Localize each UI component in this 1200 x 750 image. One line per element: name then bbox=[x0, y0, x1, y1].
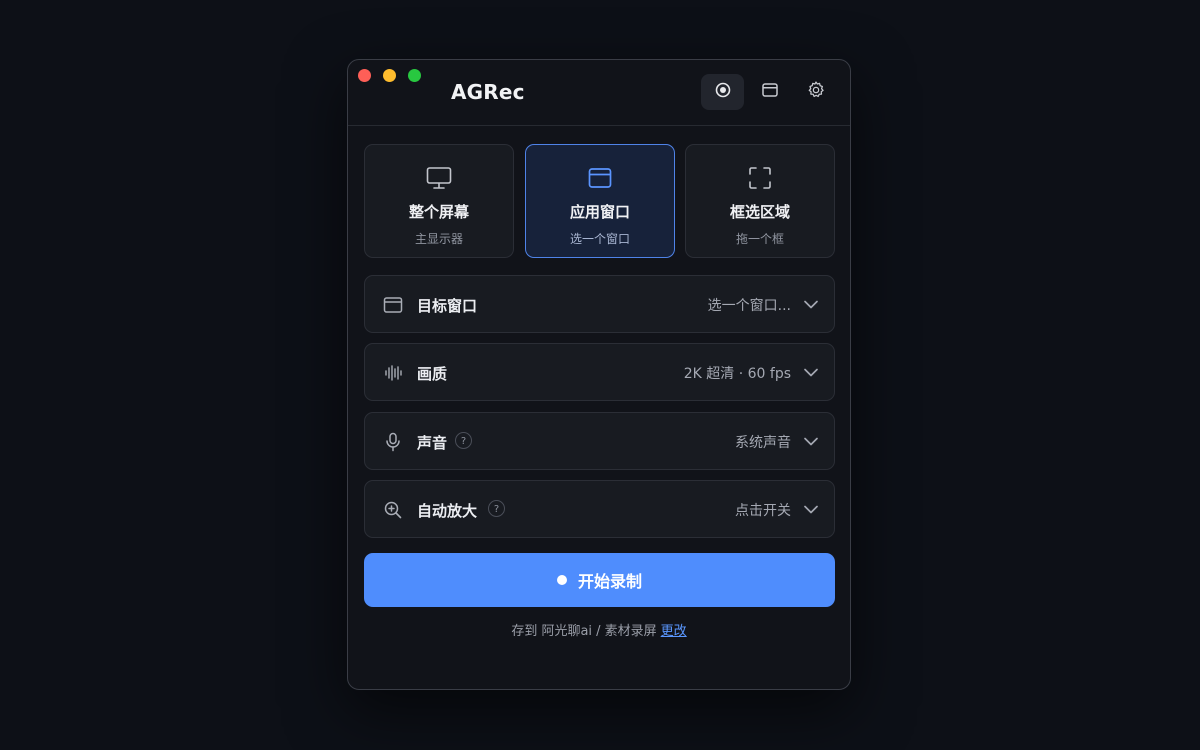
mode-card-app-window[interactable]: 应用窗口 选一个窗口 bbox=[525, 144, 675, 258]
change-location-link[interactable]: 更改 bbox=[661, 624, 687, 639]
record-mode-button[interactable] bbox=[701, 74, 744, 110]
row-label: 声音 bbox=[417, 434, 448, 452]
mode-label: 整个屏幕 bbox=[408, 203, 469, 221]
chevron-down-icon bbox=[804, 437, 818, 446]
mode-label: 框选区域 bbox=[729, 203, 790, 221]
help-icon[interactable]: ? bbox=[488, 500, 505, 517]
auto-zoom-select[interactable]: 自动放大 ? 点击开关 bbox=[364, 480, 835, 538]
start-recording-button[interactable]: 开始录制 bbox=[364, 553, 835, 607]
waveform-icon bbox=[382, 362, 404, 384]
record-dot-icon bbox=[556, 575, 567, 585]
save-location-text: 存到 阿光聊ai / 素材录屏 bbox=[511, 624, 657, 639]
chevron-down-icon bbox=[804, 300, 818, 309]
zoom-window-button[interactable] bbox=[408, 69, 421, 82]
mode-subtitle: 拖一个框 bbox=[735, 232, 784, 246]
settings-button[interactable] bbox=[794, 74, 837, 110]
window-list-button[interactable] bbox=[748, 74, 791, 110]
row-label: 画质 bbox=[417, 365, 448, 383]
chevron-down-icon bbox=[804, 505, 818, 514]
quality-select[interactable]: 画质 2K 超清 · 60 fps bbox=[364, 343, 835, 401]
mode-subtitle: 主显示器 bbox=[414, 232, 463, 246]
minimize-window-button[interactable] bbox=[383, 69, 396, 82]
close-window-button[interactable] bbox=[358, 69, 371, 82]
mode-card-region[interactable]: 框选区域 拖一个框 bbox=[685, 144, 835, 258]
microphone-icon bbox=[382, 431, 404, 453]
save-location: 存到 阿光聊ai / 素材录屏 更改 bbox=[348, 620, 850, 639]
row-value: 系统声音 bbox=[735, 435, 791, 451]
help-icon[interactable]: ? bbox=[455, 432, 472, 449]
audio-select[interactable]: 声音 ? 系统声音 bbox=[364, 412, 835, 470]
start-recording-label: 开始录制 bbox=[577, 572, 642, 591]
window-icon bbox=[585, 163, 615, 193]
row-value: 点击开关 bbox=[735, 503, 791, 519]
gear-icon bbox=[806, 80, 826, 104]
row-value: 选一个窗口... bbox=[707, 298, 791, 314]
crop-frame-icon bbox=[745, 163, 775, 193]
window-icon bbox=[382, 294, 404, 316]
app-title: AGRec bbox=[451, 80, 525, 104]
row-label: 自动放大 bbox=[417, 502, 478, 520]
chevron-down-icon bbox=[804, 368, 818, 377]
title-bar: AGRec bbox=[348, 60, 850, 126]
target-window-select[interactable]: 目标窗口 选一个窗口... bbox=[364, 275, 835, 333]
window-icon bbox=[761, 81, 779, 103]
zoom-in-icon bbox=[382, 499, 404, 521]
mode-subtitle: 选一个窗口 bbox=[569, 232, 630, 246]
record-icon bbox=[714, 81, 732, 103]
app-window: AGRec 整个屏幕 主显示器 应用窗口 选一个窗口 框选区域 拖一个框 目标窗… bbox=[347, 59, 851, 690]
row-value: 2K 超清 · 60 fps bbox=[683, 366, 791, 382]
monitor-icon bbox=[424, 163, 454, 193]
mode-label: 应用窗口 bbox=[569, 203, 630, 221]
mode-card-full-screen[interactable]: 整个屏幕 主显示器 bbox=[364, 144, 514, 258]
row-label: 目标窗口 bbox=[417, 297, 478, 315]
